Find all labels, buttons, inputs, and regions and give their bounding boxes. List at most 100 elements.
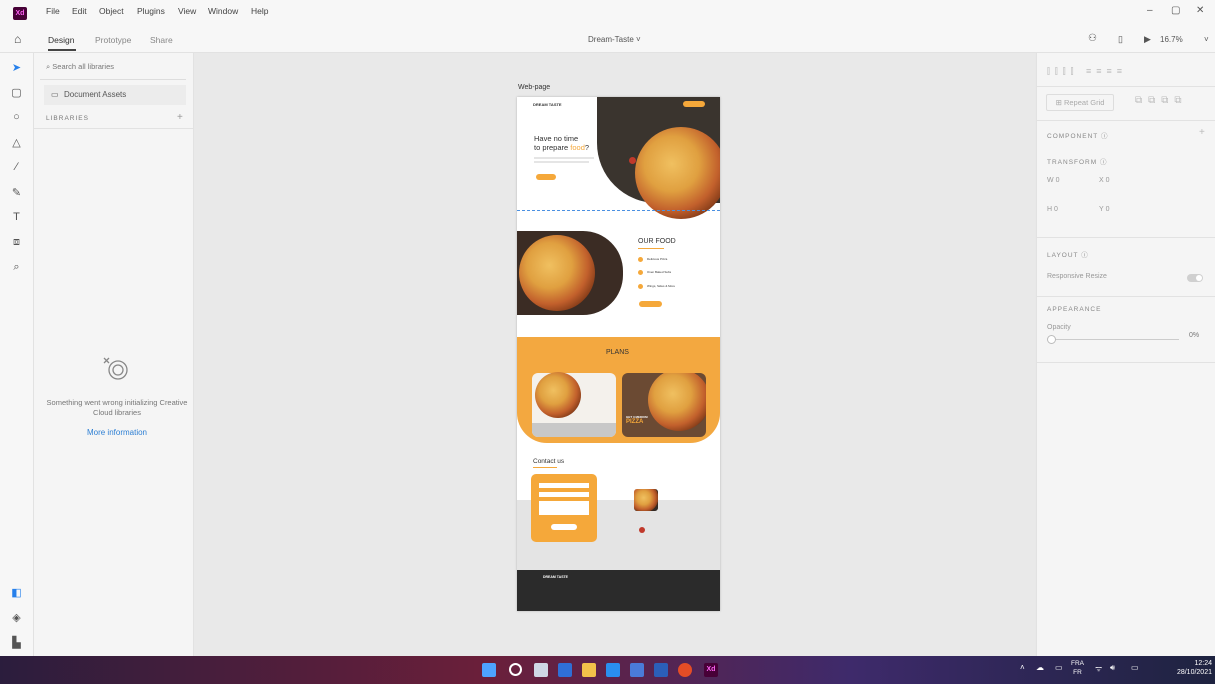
windows-start-icon[interactable] [482, 663, 496, 677]
device-preview-icon[interactable]: ▯ [1118, 34, 1123, 45]
opacity-label: Opacity [1047, 324, 1071, 331]
align-tools-icon[interactable]: ⫿⫿⫿⫿ ≡≡≡≡ [1047, 66, 1127, 77]
home-icon[interactable]: ⌂ [14, 32, 21, 46]
minimize-button[interactable]: – [1147, 5, 1153, 16]
contact-field [539, 483, 589, 488]
contact-message-field [539, 501, 589, 515]
add-library-icon[interactable]: + [177, 112, 183, 123]
tool-rail: ➤ ▢ ○ △ ∕ ✎ T ⧈ ⌕ ◧ ◈ ▙ [0, 53, 34, 656]
y-field[interactable]: Y 0 [1099, 206, 1110, 213]
line-tool-icon[interactable]: ∕ [0, 161, 33, 173]
libraries-icon[interactable]: ◧ [0, 586, 33, 599]
search-icon[interactable] [509, 663, 522, 676]
wifi-icon[interactable]: ᯤ [1095, 663, 1102, 674]
layers-icon[interactable]: ◈ [0, 611, 33, 624]
menu-view[interactable]: View [178, 6, 196, 16]
hero-cta-button [536, 174, 556, 180]
contact-submit-button [551, 524, 577, 530]
user-icon[interactable]: ⚇ [1088, 33, 1097, 44]
properties-panel: ⫿⫿⫿⫿ ≡≡≡≡ ⊞ Repeat Grid ⧉⧉⧉⧉ COMPONENT ⓘ… [1036, 53, 1215, 656]
width-field[interactable]: W 0 [1047, 177, 1059, 184]
cloud-icon[interactable]: ☁ [1036, 663, 1044, 672]
transform-label: TRANSFORM ⓘ [1047, 159, 1108, 166]
menu-bar: Xd File Edit Object Plugins View Window … [0, 0, 1215, 28]
polygon-tool-icon[interactable]: △ [0, 136, 33, 149]
tab-share[interactable]: Share [150, 35, 173, 45]
hero-paragraph [534, 161, 589, 163]
tab-prototype[interactable]: Prototype [95, 35, 131, 45]
select-tool-icon[interactable]: ➤ [0, 61, 33, 74]
zoom-tool-icon[interactable]: ⌕ [0, 261, 33, 274]
menu-edit[interactable]: Edit [72, 6, 87, 16]
battery-icon[interactable]: ▭ [1131, 663, 1139, 672]
opacity-slider-handle[interactable] [1047, 335, 1056, 344]
search-input[interactable]: ⌕ Search all libraries [40, 59, 186, 75]
menu-plugins[interactable]: Plugins [137, 6, 165, 16]
selection-guide [517, 210, 720, 211]
x-field[interactable]: X 0 [1099, 177, 1110, 184]
component-label: COMPONENT ⓘ [1047, 133, 1109, 140]
play-icon[interactable]: ▶ [1144, 34, 1151, 45]
toggle-knob [1196, 275, 1202, 281]
menu-help[interactable]: Help [251, 6, 268, 16]
task-view-icon[interactable] [534, 663, 548, 677]
file-explorer-icon[interactable] [582, 663, 596, 677]
volume-icon[interactable]: 🔊︎ [1110, 663, 1115, 673]
zoom-level[interactable]: 16.7% [1160, 35, 1183, 44]
artboard[interactable]: DREAM TASTE Have no time to prepare food… [517, 97, 720, 611]
plugins-icon[interactable]: ▙ [0, 636, 33, 649]
contact-underline [533, 467, 557, 468]
tray-chevron-up-icon[interactable]: ˄ [1020, 663, 1025, 672]
repeat-grid-button[interactable]: ⊞ Repeat Grid [1046, 94, 1114, 111]
chrome-icon[interactable] [678, 663, 692, 677]
add-component-icon[interactable]: + [1199, 127, 1205, 138]
plan-card-2: GET 3 MEDIUM PIZZA [622, 373, 706, 437]
text-tool-icon[interactable]: T [0, 211, 33, 223]
boolean-ops-icon[interactable]: ⧉⧉⧉⧉ [1135, 95, 1188, 106]
language-indicator[interactable]: FRA FR [1071, 659, 1084, 677]
menu-file[interactable]: File [46, 6, 60, 16]
map-pin-icon [639, 527, 645, 533]
libraries-panel: ⌕ Search all libraries ▭ Document Assets … [34, 53, 194, 656]
menu-object[interactable]: Object [99, 6, 124, 16]
contact-title: Contact us [533, 458, 565, 465]
clock[interactable]: 12:24 28/10/2021 [1170, 659, 1212, 677]
document-assets-item[interactable]: ▭ Document Assets [44, 85, 186, 105]
library-error-text: Something went wrong initializing Creati… [46, 398, 188, 417]
plans-title: PLANS [606, 349, 629, 356]
pen-tool-icon[interactable]: ✎ [0, 186, 33, 199]
rectangle-tool-icon[interactable]: ▢ [0, 86, 33, 99]
word-icon[interactable] [654, 663, 668, 677]
zoom-chevron-down-icon[interactable]: ˅ [1204, 35, 1209, 44]
menu-window[interactable]: Window [208, 6, 238, 16]
artboard-label[interactable]: Web-page [518, 84, 550, 91]
ellipse-tool-icon[interactable]: ○ [0, 111, 33, 123]
contact-thumbnail-image [634, 489, 658, 511]
divider [34, 128, 193, 129]
more-information-link[interactable]: More information [42, 428, 192, 437]
vscode-icon[interactable] [606, 663, 620, 677]
notepad-icon[interactable] [630, 663, 644, 677]
opacity-value[interactable]: 0% [1189, 332, 1199, 339]
height-field[interactable]: H 0 [1047, 206, 1058, 213]
food-item: Wings, Sides & More [647, 284, 676, 288]
document-title[interactable]: Dream-Taste ˅ [588, 35, 641, 44]
responsive-resize-toggle[interactable] [1187, 274, 1203, 282]
mode-toolbar: ⌂ Design Prototype Share Dream-Taste ˅ ⚇… [0, 27, 1215, 53]
cloud-error-icon [103, 357, 128, 380]
adobe-xd-icon[interactable]: Xd [704, 663, 718, 677]
display-icon[interactable]: ▭ [1055, 663, 1063, 672]
close-button[interactable]: ✕ [1196, 5, 1204, 16]
divider [1037, 296, 1215, 297]
tab-design[interactable]: Design [48, 35, 74, 45]
opacity-slider[interactable] [1049, 339, 1179, 340]
our-food-cta-button [639, 301, 662, 307]
our-food-title: OUR FOOD [638, 238, 676, 245]
widgets-icon[interactable] [558, 663, 572, 677]
maximize-button[interactable]: ▢ [1171, 5, 1180, 16]
libraries-label: LIBRARIES [46, 115, 89, 122]
hero-paragraph [534, 157, 594, 159]
food-item: Oven Baked Subs [647, 270, 672, 274]
artboard-tool-icon[interactable]: ⧈ [0, 236, 33, 249]
responsive-resize-label: Responsive Resize [1047, 273, 1107, 280]
